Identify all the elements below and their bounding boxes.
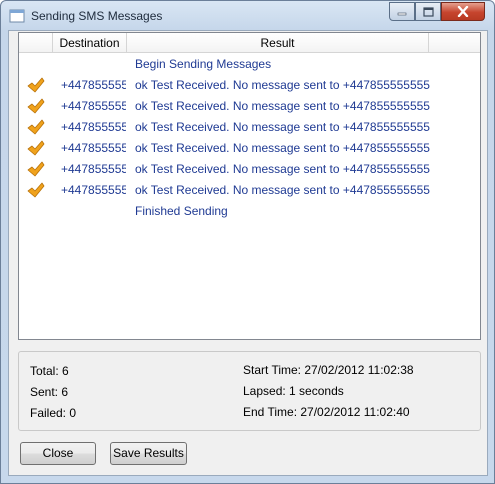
window-app-icon	[9, 9, 25, 23]
header-status[interactable]	[19, 33, 53, 53]
table-row[interactable]: +447855555555 ok Test Received. No messag…	[19, 96, 480, 117]
title-bar[interactable]: Sending SMS Messages	[1, 1, 494, 31]
sent-count: Sent: 6	[30, 385, 69, 399]
lapsed-time: Lapsed: 1 seconds	[243, 384, 344, 398]
checkmark-icon	[27, 161, 45, 177]
result-cell: ok Test Received. No message sent to +44…	[135, 183, 430, 197]
total-count: Total: 6	[30, 364, 69, 378]
minimize-icon	[397, 12, 407, 15]
results-grid[interactable]: Destination Result Begin Sending Message…	[18, 32, 481, 340]
result-cell: ok Test Received. No message sent to +44…	[135, 162, 430, 176]
checkmark-icon	[27, 140, 45, 156]
header-destination[interactable]: Destination	[53, 33, 127, 53]
maximize-icon	[422, 6, 434, 17]
result-cell: ok Test Received. No message sent to +44…	[135, 120, 430, 134]
checkmark-icon	[27, 119, 45, 135]
sms-window: Sending SMS Messages Destination Result …	[0, 0, 495, 484]
close-window-button[interactable]	[441, 2, 485, 21]
start-time: Start Time: 27/02/2012 11:02:38	[243, 363, 414, 377]
destination-cell: +447855555555	[61, 120, 126, 134]
summary-panel: Total: 6 Sent: 6 Failed: 0 Start Time: 2…	[18, 351, 481, 431]
checkmark-icon	[27, 77, 45, 93]
checkmark-icon	[27, 98, 45, 114]
destination-cell: +447855555555	[61, 78, 126, 92]
minimize-button[interactable]	[389, 2, 415, 21]
failed-count: Failed: 0	[30, 406, 77, 420]
header-result[interactable]: Result	[127, 33, 429, 53]
table-row[interactable]: +447855555555 ok Test Received. No messag…	[19, 180, 480, 201]
table-row[interactable]: +447855555555 ok Test Received. No messag…	[19, 138, 480, 159]
table-row[interactable]: +447855555555 ok Test Received. No messag…	[19, 117, 480, 138]
header-filler	[429, 33, 480, 53]
save-results-button[interactable]: Save Results	[110, 442, 187, 465]
table-row[interactable]: +447855555555 ok Test Received. No messag…	[19, 75, 480, 96]
result-cell: Begin Sending Messages	[135, 57, 272, 71]
checkmark-icon	[27, 182, 45, 198]
result-cell: ok Test Received. No message sent to +44…	[135, 141, 430, 155]
client-area: Destination Result Begin Sending Message…	[8, 30, 488, 476]
destination-cell: +447855555555	[61, 99, 126, 113]
result-cell: Finished Sending	[135, 204, 228, 218]
close-button[interactable]: Close	[20, 442, 96, 465]
result-cell: ok Test Received. No message sent to +44…	[135, 99, 430, 113]
table-row[interactable]: Finished Sending	[19, 201, 480, 222]
destination-cell: +447855555555	[61, 183, 126, 197]
table-row[interactable]: +447855555555 ok Test Received. No messag…	[19, 159, 480, 180]
grid-header: Destination Result	[19, 33, 480, 53]
close-icon	[457, 6, 469, 17]
destination-cell: +447855555555	[61, 162, 126, 176]
window-title: Sending SMS Messages	[31, 9, 163, 23]
end-time: End Time: 27/02/2012 11:02:40	[243, 405, 410, 419]
destination-cell: +447855555555	[61, 141, 126, 155]
table-row[interactable]: Begin Sending Messages	[19, 54, 480, 75]
maximize-button[interactable]	[415, 2, 441, 21]
result-cell: ok Test Received. No message sent to +44…	[135, 78, 430, 92]
